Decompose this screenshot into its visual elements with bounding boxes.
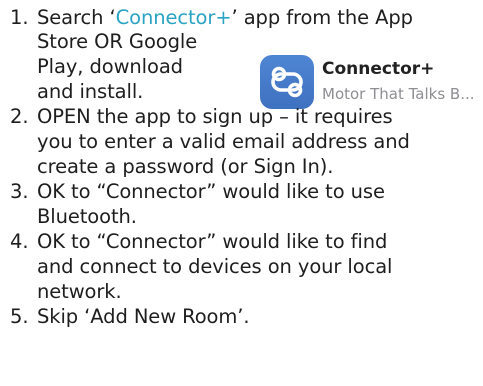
step-3-line-1: OK to “Connector” would like to use [37,180,385,203]
step-1-line-3: Play, download [37,55,183,78]
step-1-number: 1. [10,6,29,29]
step-4-number: 4. [10,230,29,253]
step-1-line-4: and install. [37,80,144,103]
connector-link-icon-graphic [271,66,303,98]
step-2-line-2: you to enter a valid email address and [37,130,410,153]
step-2-line-1: OPEN the app to sign up – it requires [37,105,393,128]
app-subtitle: Motor That Talks B... [322,85,475,103]
connector-link-icon [260,55,314,109]
step-1-line-1: Search ‘Connector+’ app from the App [37,6,413,30]
step-3-line-2: Bluetooth. [37,205,137,228]
step-4-line-1: OK to “Connector” would like to find [37,230,388,253]
app-store-badge: Connector+ Motor That Talks B... [260,55,482,111]
step-4-line-2: and connect to devices on your local [37,255,393,278]
step-3-number: 3. [10,180,29,203]
step-4-line-3: network. [37,280,122,303]
app-name-highlight: Connector+ [115,6,232,29]
step-2-number: 2. [10,105,29,128]
instruction-document: 1. Search ‘Connector+’ app from the App … [0,0,483,386]
step-2-line-3: create a password (or Sign In). [37,155,334,178]
step-1-text-after: ’ app from the App [231,6,413,29]
step-5-number: 5. [10,305,29,328]
step-5-line-1: Skip ‘Add New Room’. [37,305,250,328]
step-1-text-before: Search ‘ [37,6,116,29]
step-1-line-2: Store OR Google [37,30,198,53]
app-title: Connector+ [322,59,435,79]
